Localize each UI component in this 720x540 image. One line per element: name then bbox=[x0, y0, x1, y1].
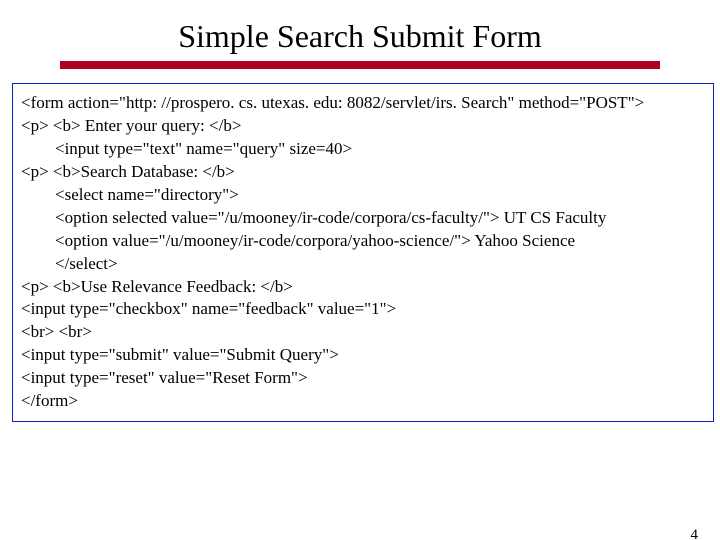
slide-title: Simple Search Submit Form bbox=[0, 18, 720, 55]
code-line: <p> <b>Use Relevance Feedback: </b> bbox=[21, 276, 707, 299]
slide: Simple Search Submit Form <form action="… bbox=[0, 18, 720, 540]
title-underline bbox=[60, 61, 660, 69]
code-line: <p> <b>Search Database: </b> bbox=[21, 161, 707, 184]
code-line: <select name="directory"> bbox=[21, 184, 707, 207]
code-line: <input type="checkbox" name="feedback" v… bbox=[21, 298, 707, 321]
code-line: <input type="text" name="query" size=40> bbox=[21, 138, 707, 161]
code-line: <p> <b> Enter your query: </b> bbox=[21, 115, 707, 138]
code-line: <form action="http: //prospero. cs. utex… bbox=[21, 92, 707, 115]
code-line: </select> bbox=[21, 253, 707, 276]
page-number: 4 bbox=[691, 527, 699, 540]
code-line: <br> <br> bbox=[21, 321, 707, 344]
code-line: <input type="submit" value="Submit Query… bbox=[21, 344, 707, 367]
code-line: <input type="reset" value="Reset Form"> bbox=[21, 367, 707, 390]
code-line: </form> bbox=[21, 390, 707, 413]
code-box: <form action="http: //prospero. cs. utex… bbox=[12, 83, 714, 422]
code-line: <option value="/u/mooney/ir-code/corpora… bbox=[21, 230, 707, 253]
code-line: <option selected value="/u/mooney/ir-cod… bbox=[21, 207, 707, 230]
